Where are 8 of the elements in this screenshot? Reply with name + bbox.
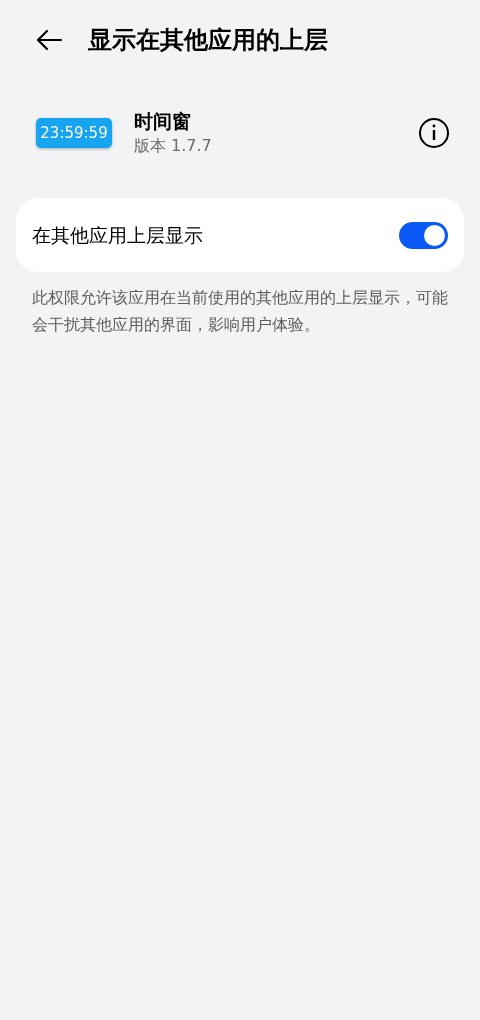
toggle-switch[interactable] <box>399 221 448 249</box>
app-name: 时间窗 <box>134 109 192 134</box>
permission-description: 此权限允许该应用在当前使用的其他应用的上层显示，可能会干扰其他应用的界面，影响用户体验。 <box>31 287 449 336</box>
app-version: 版本 1.7.7 <box>134 135 213 157</box>
info-icon[interactable] <box>418 117 450 149</box>
app-icon: 23:59:59 <box>36 118 112 148</box>
setting-label: 在其他应用上层显示 <box>32 222 204 248</box>
page-title: 显示在其他应用的上层 <box>88 25 328 56</box>
